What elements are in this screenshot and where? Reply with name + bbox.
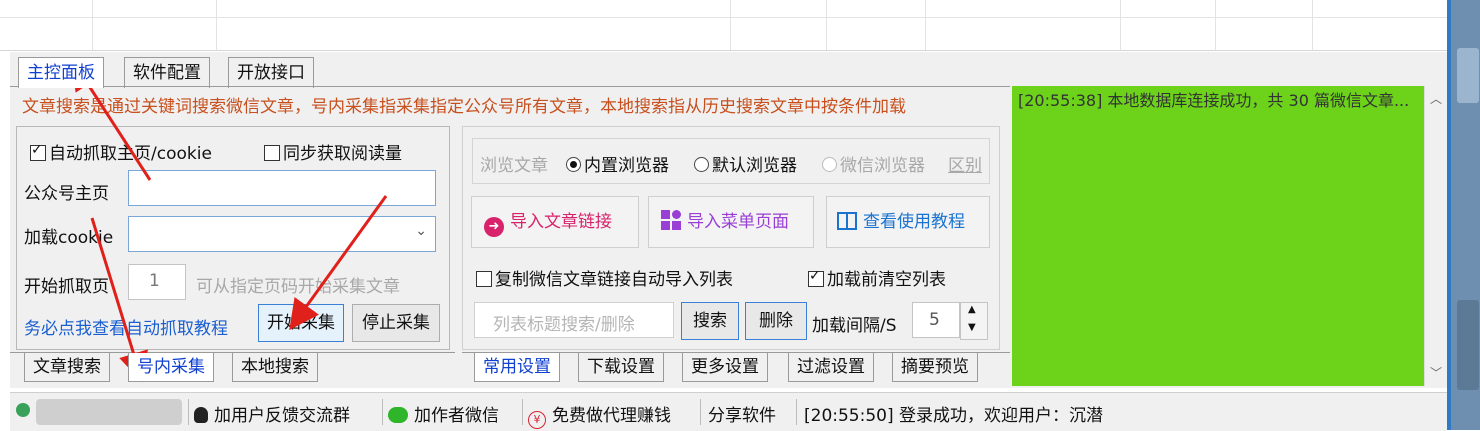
annotation-arrows	[71, 59, 388, 383]
tab-account-collect[interactable]: 号内采集	[128, 353, 214, 382]
annotation-arrow	[90, 217, 148, 383]
annotation-arrow	[289, 195, 388, 331]
annotation-arrow	[71, 59, 152, 181]
tab-main-panel[interactable]: 主控面板	[18, 57, 104, 88]
tab-common-settings[interactable]: 常用设置	[474, 353, 560, 382]
